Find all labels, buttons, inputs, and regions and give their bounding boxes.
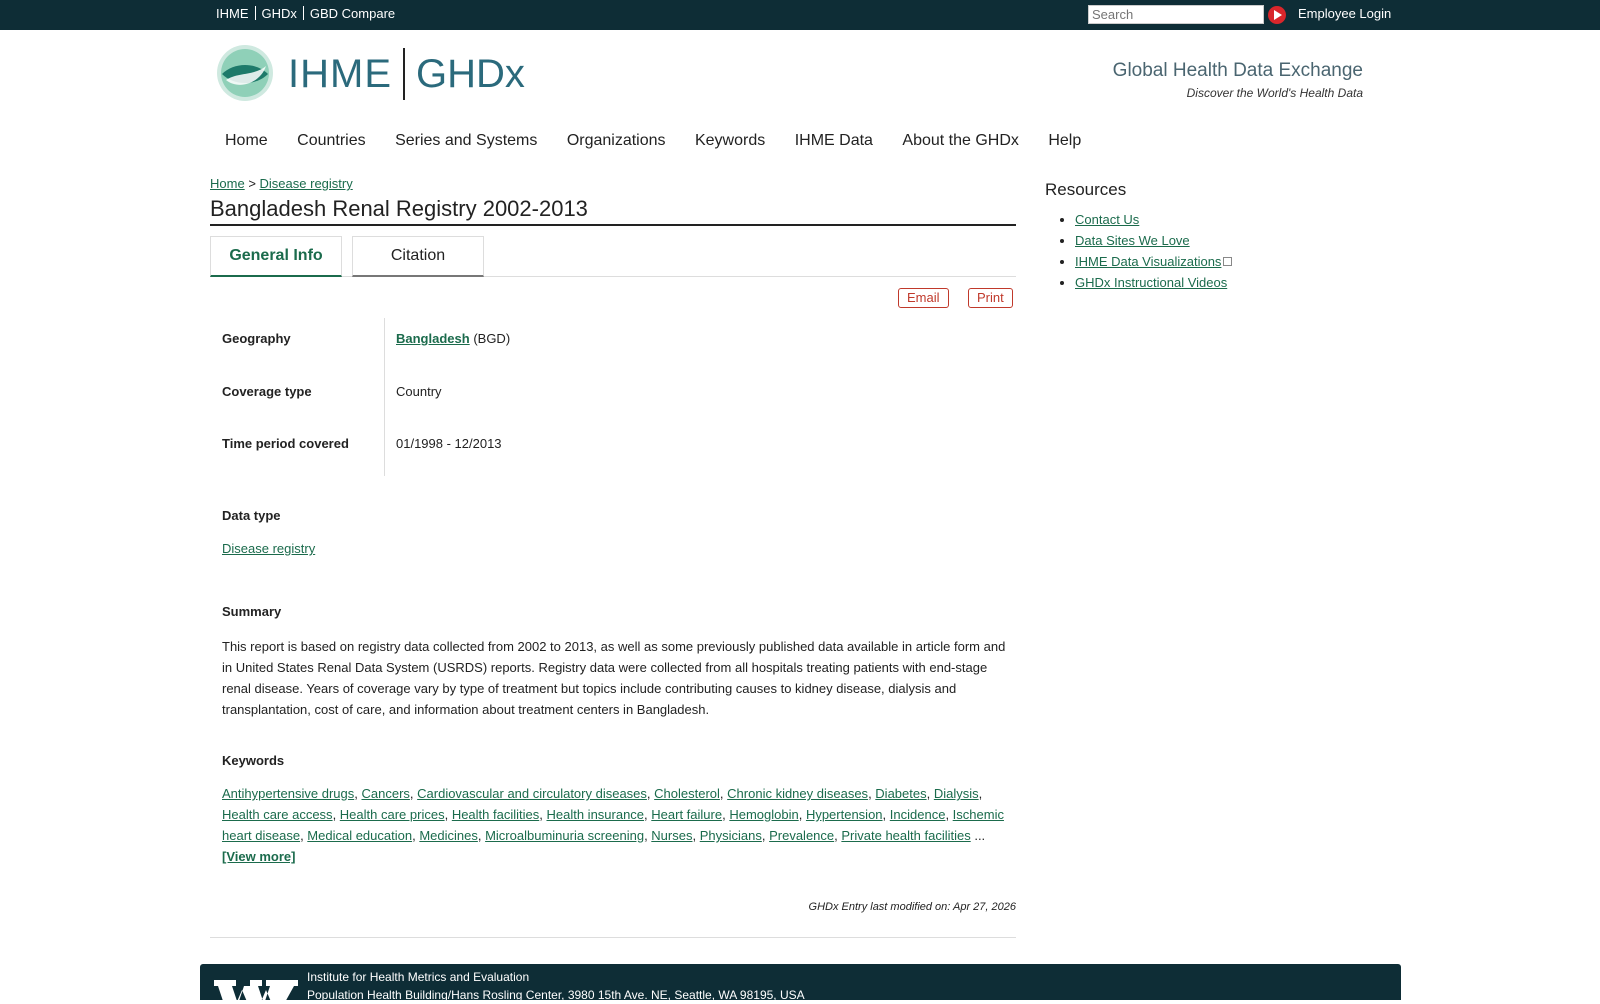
summary-text: This report is based on registry data co… <box>222 639 1006 717</box>
keyword-link[interactable]: Chronic kidney diseases <box>727 786 868 801</box>
nav-item-keywords[interactable]: Keywords <box>695 132 765 150</box>
breadcrumb-disease-registry[interactable]: Disease registry <box>260 176 353 191</box>
nav-item-about[interactable]: About the GHDx <box>902 132 1019 150</box>
tab-citation[interactable]: Citation <box>352 236 484 277</box>
resources-title: Resources <box>1045 180 1127 199</box>
coverage-type-label: Coverage type <box>222 384 312 399</box>
keyword-link[interactable]: Medical education <box>307 828 412 843</box>
view-more-link[interactable]: [View more] <box>222 849 295 864</box>
keyword-link[interactable]: Heart failure <box>651 807 722 822</box>
time-period-label: Time period covered <box>222 436 349 451</box>
keyword-link[interactable]: Microalbuminuria screening <box>485 828 644 843</box>
footer: Institute for Health Metrics and Evaluat… <box>200 964 1401 1004</box>
last-modified: GHDx Entry last modified on: Apr 27, 202… <box>808 901 1016 913</box>
keyword-link[interactable]: Physicians <box>700 828 762 843</box>
keyword-link[interactable]: Hypertension <box>806 807 883 822</box>
resource-data-sites[interactable]: Data Sites We Love <box>1075 233 1190 248</box>
page-title: Bangladesh Renal Registry 2002-2013 <box>210 196 1016 226</box>
top-bar: IHMEGHDxGBD Compare Employee Login <box>0 0 1600 30</box>
keyword-link[interactable]: Dialysis <box>934 786 979 801</box>
summary-label: Summary <box>222 604 282 619</box>
nav-item-organizations[interactable]: Organizations <box>567 132 666 150</box>
main-nav: Home Countries Series and Systems Organi… <box>210 132 1091 156</box>
keyword-link[interactable]: Health insurance <box>546 807 644 822</box>
footer-institute: Institute for Health Metrics and Evaluat… <box>307 970 530 984</box>
external-link-icon <box>1223 257 1233 266</box>
keyword-link[interactable]: Private health facilities <box>841 828 970 843</box>
keyword-link[interactable]: Medicines <box>419 828 478 843</box>
keywords-label: Keywords <box>222 753 285 768</box>
search-input[interactable] <box>1088 5 1264 24</box>
time-period-value: 01/1998 - 12/2013 <box>396 436 502 451</box>
keyword-link[interactable]: Health care access <box>222 807 333 822</box>
breadcrumb-home[interactable]: Home <box>210 176 245 191</box>
ihme-logo-icon[interactable] <box>216 44 274 102</box>
info-table-divider <box>384 318 385 476</box>
content-divider <box>210 937 1016 938</box>
coverage-type-value: Country <box>396 384 442 399</box>
search-submit-icon[interactable] <box>1268 6 1286 24</box>
keyword-link[interactable]: Incidence <box>890 807 946 822</box>
geography-code: (BGD) <box>473 331 511 346</box>
data-type-value: Disease registry <box>222 541 315 556</box>
keywords-list: Antihypertensive drugs, Cancers, Cardiov… <box>222 786 1004 864</box>
top-link-gbd-compare[interactable]: GBD Compare <box>304 6 401 21</box>
resource-contact-us[interactable]: Contact Us <box>1075 212 1139 227</box>
keyword-link[interactable]: Diabetes <box>875 786 926 801</box>
email-button[interactable]: Email <box>898 288 949 308</box>
resources-list: Contact Us Data Sites We Love IHME Data … <box>1045 212 1233 296</box>
resource-instructional-videos[interactable]: GHDx Instructional Videos <box>1075 275 1227 290</box>
top-links: IHME GHDx GBD Compare <box>210 6 401 21</box>
breadcrumb-separator: > <box>248 176 256 191</box>
nav-item-home[interactable]: Home <box>225 132 268 150</box>
keyword-link[interactable]: Health facilities <box>452 807 539 822</box>
geography-value: Bangladesh (BGD) <box>396 331 510 346</box>
site-tagline: Global Health Data Exchange <box>1112 60 1363 81</box>
resource-item: Data Sites We Love <box>1075 233 1232 248</box>
keyword-link[interactable]: Cardiovascular and circulatory diseases <box>417 786 647 801</box>
top-link-ghdx[interactable]: GHDx <box>256 6 303 21</box>
nav-item-countries[interactable]: Countries <box>297 132 365 150</box>
keyword-link[interactable]: Nurses <box>651 828 692 843</box>
nav-item-ihme-data[interactable]: IHME Data <box>795 132 873 150</box>
top-link-ihme[interactable]: IHME <box>210 6 255 21</box>
nav-item-series-and-systems[interactable]: Series and Systems <box>395 132 537 150</box>
keyword-link[interactable]: Cancers <box>361 786 409 801</box>
keyword-link[interactable]: Cholesterol <box>654 786 720 801</box>
keywords-ellipsis: ... <box>970 828 986 843</box>
site-subtagline: Discover the World's Health Data <box>1186 86 1363 100</box>
keyword-link[interactable]: Prevalence <box>769 828 834 843</box>
uw-logo-icon[interactable] <box>214 980 298 1004</box>
geography-link[interactable]: Bangladesh <box>396 331 470 346</box>
tab-bar: General Info Citation <box>210 236 1016 277</box>
keyword-link[interactable]: Antihypertensive drugs <box>222 786 354 801</box>
tab-general-info[interactable]: General Info <box>210 236 342 277</box>
logo-ihme-text[interactable]: IHME <box>288 52 392 97</box>
logo-ghdx-text[interactable]: GHDx <box>416 52 525 97</box>
keyword-link[interactable]: Hemoglobin <box>729 807 798 822</box>
print-button[interactable]: Print <box>968 288 1013 308</box>
keyword-link[interactable]: Health care prices <box>340 807 445 822</box>
resource-item: Contact Us <box>1075 212 1232 227</box>
data-type-label: Data type <box>222 508 281 523</box>
geography-label: Geography <box>222 331 291 346</box>
employee-login-link[interactable]: Employee Login <box>1298 6 1391 21</box>
logo-divider <box>403 48 405 100</box>
resource-item: GHDx Instructional Videos <box>1075 275 1232 290</box>
breadcrumb: Home > Disease registry <box>210 176 353 191</box>
resource-item: IHME Data Visualizations <box>1075 254 1233 269</box>
data-type-link[interactable]: Disease registry <box>222 541 315 556</box>
info-table: Geography Bangladesh (BGD) Coverage type… <box>210 318 1016 476</box>
resource-ihme-visualizations[interactable]: IHME Data Visualizations <box>1075 254 1221 269</box>
nav-item-help[interactable]: Help <box>1048 132 1081 150</box>
